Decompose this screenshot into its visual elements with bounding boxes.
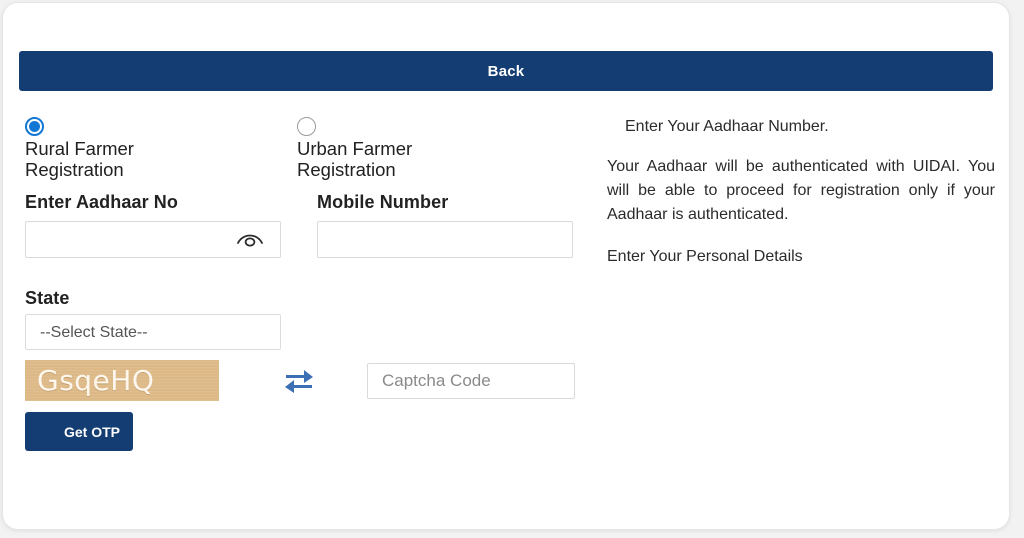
back-button[interactable]: Back (19, 51, 993, 91)
page-root: Back Rural Farmer Registration Urban Far… (0, 0, 1024, 538)
eye-icon[interactable] (235, 229, 265, 249)
aadhaar-field-label: Enter Aadhaar No (25, 192, 178, 212)
info-panel: Enter Your Aadhaar Number. Your Aadhaar … (607, 117, 995, 267)
radio-label-urban-farmer: Urban Farmer Registration (297, 138, 413, 180)
get-otp-button[interactable]: Get OTP (25, 412, 133, 451)
captcha-input[interactable] (367, 363, 575, 399)
registration-type-group: Rural Farmer Registration Urban Farmer R… (25, 117, 585, 180)
radio-urban-farmer-icon[interactable] (297, 117, 316, 136)
info-body-text: Your Aadhaar will be authenticated with … (607, 158, 995, 223)
info-heading: Enter Your Aadhaar Number. (625, 118, 829, 135)
mobile-field-label: Mobile Number (317, 192, 449, 212)
radio-label-rural-farmer: Rural Farmer Registration (25, 138, 134, 180)
info-subheading: Enter Your Personal Details (607, 248, 803, 265)
captcha-image-text: GsqeHQ (37, 364, 155, 397)
radio-option-urban-farmer[interactable]: Urban Farmer Registration (297, 117, 487, 180)
state-field-label: State (25, 288, 70, 308)
captcha-image: GsqeHQ (25, 360, 219, 401)
state-select[interactable]: --Select State-- (25, 314, 281, 350)
refresh-icon[interactable] (282, 364, 316, 396)
radio-rural-farmer-icon[interactable] (25, 117, 44, 136)
registration-card: Back Rural Farmer Registration Urban Far… (2, 2, 1010, 530)
radio-option-rural-farmer[interactable]: Rural Farmer Registration (25, 117, 215, 180)
mobile-input[interactable] (317, 221, 573, 258)
